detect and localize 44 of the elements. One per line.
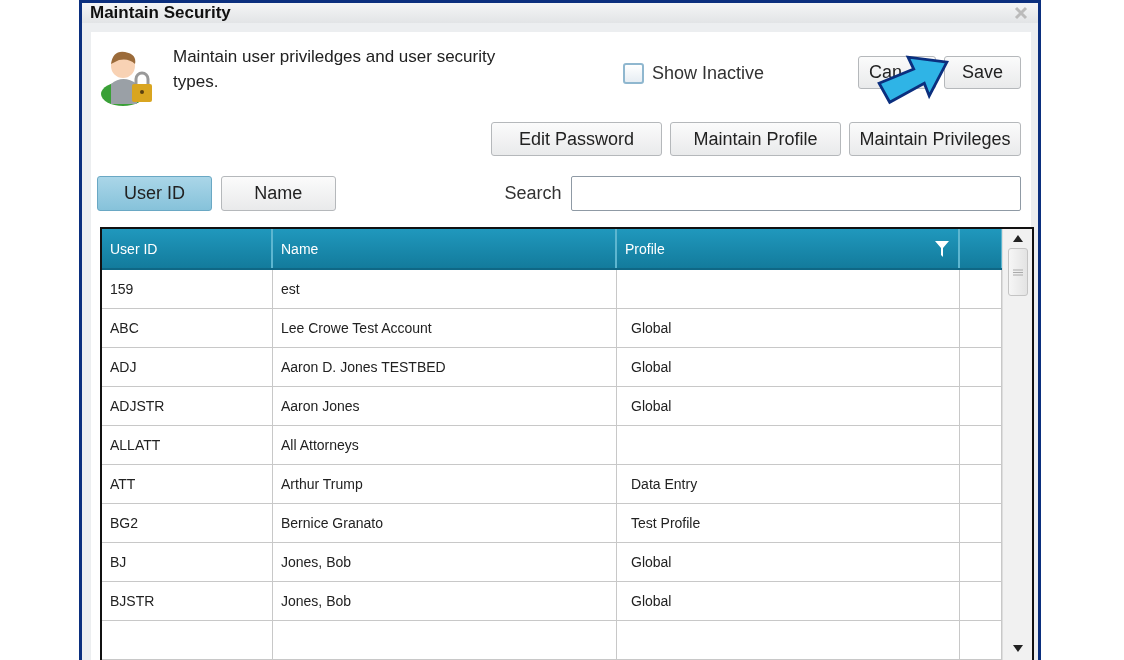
- table-cell: Jones, Bob: [273, 582, 617, 620]
- table-cell: All Attorneys: [273, 426, 617, 464]
- table-cell: Aaron Jones: [273, 387, 617, 425]
- table-cell: Aaron D. Jones TESTBED: [273, 348, 617, 386]
- filter-icon[interactable]: [934, 239, 950, 258]
- sort-toggle[interactable]: Name: [220, 176, 336, 211]
- table-cell: Global: [617, 387, 960, 425]
- table-cell: 159: [102, 270, 273, 308]
- table-cell: Global: [617, 543, 960, 581]
- table-cell: BJ: [102, 543, 273, 581]
- action-button[interactable]: Edit Password: [491, 122, 662, 156]
- save-button[interactable]: Save: [944, 56, 1021, 89]
- table-cell: ADJ: [102, 348, 273, 386]
- table-cell: BJSTR: [102, 582, 273, 620]
- scrollbar-thumb[interactable]: [1007, 248, 1028, 296]
- table-cell: ADJSTR: [102, 387, 273, 425]
- scroll-down-icon: [1012, 645, 1023, 652]
- table-cell: ATT: [102, 465, 273, 503]
- table-cell: ABC: [102, 309, 273, 347]
- table-cell: Global: [617, 582, 960, 620]
- table-cell: est: [273, 270, 617, 308]
- table-cell: BG2: [102, 504, 273, 542]
- action-button[interactable]: Maintain Privileges: [849, 122, 1021, 156]
- table-cell: Global: [617, 309, 960, 347]
- action-button[interactable]: Maintain Profile: [670, 122, 841, 156]
- sort-toggle[interactable]: User ID: [97, 176, 212, 211]
- column-header[interactable]: Profile: [617, 229, 960, 268]
- close-icon[interactable]: [1014, 6, 1028, 20]
- column-header[interactable]: User ID: [102, 229, 273, 268]
- table-cell: ALLATT: [102, 426, 273, 464]
- table-cell: Test Profile: [617, 504, 960, 542]
- scroll-up-icon[interactable]: [1012, 235, 1023, 242]
- table-cell: Jones, Bob: [273, 543, 617, 581]
- description-text: Maintain user priviledges and user security types.: [173, 46, 497, 93]
- column-header[interactable]: Name: [273, 229, 617, 268]
- table-cell: Lee Crowe Test Account: [273, 309, 617, 347]
- window-title: Maintain Security: [90, 3, 231, 23]
- table-cell: Bernice Granato: [273, 504, 617, 542]
- table-cell: Global: [617, 348, 960, 386]
- search-label: Search: [504, 183, 562, 204]
- table-cell: Arthur Trump: [273, 465, 617, 503]
- search-field[interactable]: [570, 176, 1021, 211]
- table-cell: Data Entry: [617, 465, 960, 503]
- checkbox-label: Show Inactive: [652, 63, 765, 84]
